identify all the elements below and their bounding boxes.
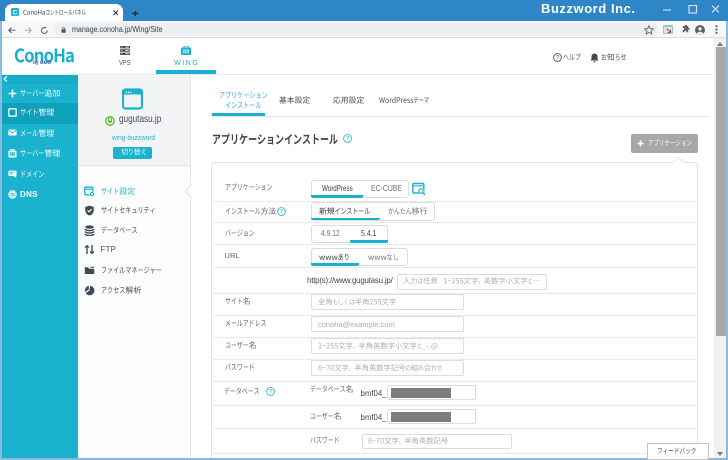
svg-text:C: C [13, 10, 18, 16]
